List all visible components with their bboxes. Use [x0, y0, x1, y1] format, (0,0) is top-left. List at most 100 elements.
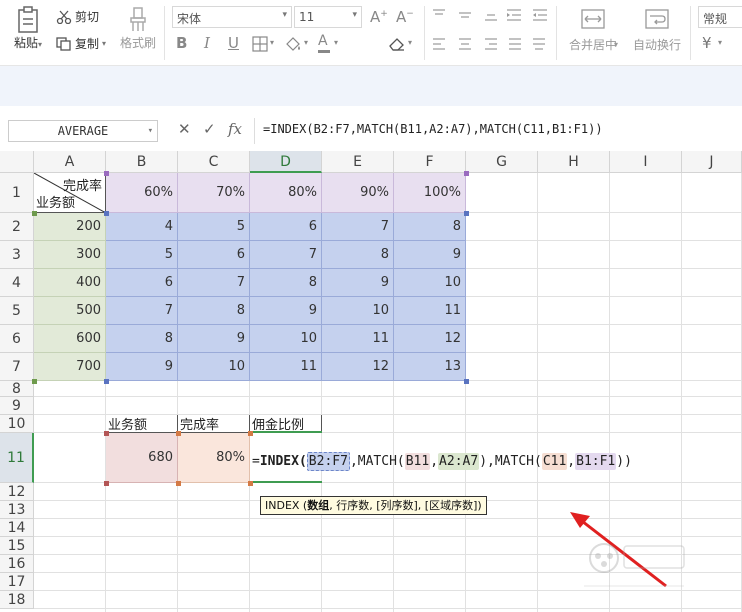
row-header-1[interactable]: 1 [0, 173, 34, 213]
range-handle-a2-a7[interactable] [32, 379, 37, 384]
align-right-icon[interactable] [484, 37, 498, 51]
align-left-icon[interactable] [432, 37, 446, 51]
row-header-4[interactable]: 4 [0, 269, 34, 297]
cell-lookup-label[interactable]: 完成率 [178, 415, 250, 433]
cell-commission-value[interactable]: 8 [106, 325, 178, 353]
row-header-9[interactable]: 9 [0, 397, 34, 415]
formula-ref-b2-f7[interactable]: B2:F7 [306, 451, 350, 471]
underline-button[interactable]: U [228, 34, 239, 52]
row-header-8[interactable]: 8 [0, 381, 34, 397]
column-header-g[interactable]: G [466, 151, 538, 173]
eraser-icon[interactable] [388, 36, 406, 52]
cell-commission-value[interactable]: 10 [250, 325, 322, 353]
cell-rate-header[interactable]: 80% [250, 173, 322, 213]
currency-dropdown-icon[interactable]: ▾ [718, 38, 722, 47]
cell-commission-value[interactable]: 4 [106, 213, 178, 241]
font-name-select[interactable]: 宋体 ▾ [172, 6, 292, 28]
confirm-icon[interactable]: ✓ [203, 120, 216, 138]
range-handle-a2-a7[interactable] [32, 211, 37, 216]
range-handle-c11[interactable] [176, 481, 181, 486]
formula-ref-c11[interactable]: C11 [541, 452, 568, 470]
row-header-5[interactable]: 5 [0, 297, 34, 325]
cell-commission-value[interactable]: 9 [178, 325, 250, 353]
cell-rate-header[interactable]: 60% [106, 173, 178, 213]
cell-commission-value[interactable]: 10 [322, 297, 394, 325]
range-handle-b1-f1[interactable] [104, 171, 109, 176]
cell-amount-header[interactable]: 700 [34, 353, 106, 381]
cell-commission-value[interactable]: 9 [322, 269, 394, 297]
cell-commission-value[interactable]: 13 [394, 353, 466, 381]
cell-commission-value[interactable]: 9 [394, 241, 466, 269]
cell-commission-value[interactable]: 11 [394, 297, 466, 325]
cell-commission-value[interactable]: 8 [250, 269, 322, 297]
formula-ref-a2-a7[interactable]: A2:A7 [438, 452, 480, 470]
cell-amount-header[interactable]: 600 [34, 325, 106, 353]
cell-lookup-label[interactable]: 业务额 [106, 415, 178, 433]
row-header-2[interactable]: 2 [0, 213, 34, 241]
cell-commission-value[interactable]: 8 [322, 241, 394, 269]
fill-color-icon[interactable] [284, 36, 302, 52]
cell-commission-value[interactable]: 7 [250, 241, 322, 269]
cell-a1-diagonal-header[interactable]: 完成率 业务额 [34, 173, 106, 213]
formula-input[interactable]: =INDEX(B2:F7,MATCH(B11,A2:A7),MATCH(C11,… [254, 118, 742, 144]
column-header-a[interactable]: A [34, 151, 106, 173]
formula-ref-b11[interactable]: B11 [404, 452, 431, 470]
cell-commission-value[interactable]: 6 [178, 241, 250, 269]
cancel-icon[interactable]: ✕ [178, 120, 191, 138]
cell-commission-value[interactable]: 11 [322, 325, 394, 353]
row-header-12[interactable]: 12 [0, 483, 34, 501]
cut-button[interactable]: 剪切 [56, 8, 99, 25]
italic-button[interactable]: I [204, 34, 210, 52]
row-header-10[interactable]: 10 [0, 415, 34, 433]
currency-icon[interactable]: ¥ [702, 34, 712, 52]
number-format-select[interactable]: 常规 [698, 6, 742, 28]
row-header-18[interactable]: 18 [0, 591, 34, 609]
column-header-e[interactable]: E [322, 151, 394, 173]
row-header-15[interactable]: 15 [0, 537, 34, 555]
copy-button[interactable]: 复制 ▾ [56, 35, 106, 52]
row-header-6[interactable]: 6 [0, 325, 34, 353]
paste-dropdown-icon[interactable]: ▾ [38, 40, 42, 49]
cell-commission-value[interactable]: 12 [394, 325, 466, 353]
column-header-j[interactable]: J [682, 151, 742, 173]
cell-amount-header[interactable]: 500 [34, 297, 106, 325]
row-header-16[interactable]: 16 [0, 555, 34, 573]
range-handle-c11[interactable] [248, 431, 253, 436]
select-all-corner[interactable] [0, 151, 34, 173]
cell-commission-value[interactable]: 12 [322, 353, 394, 381]
range-handle-b1-f1[interactable] [464, 171, 469, 176]
cell-commission-value[interactable]: 9 [106, 353, 178, 381]
font-color-icon[interactable]: A [318, 33, 328, 49]
column-header-d[interactable]: D [250, 151, 322, 173]
align-middle-icon[interactable] [458, 9, 472, 21]
range-handle-b2-f7[interactable] [104, 211, 109, 216]
cell-lookup-amount[interactable]: 680 [106, 433, 178, 483]
cell-commission-value[interactable]: 6 [250, 213, 322, 241]
indent-increase-icon[interactable] [532, 9, 548, 21]
align-top-icon[interactable] [432, 9, 446, 21]
row-header-11[interactable]: 11 [0, 433, 34, 483]
name-box[interactable]: AVERAGE ▾ [8, 120, 158, 142]
range-handle-c11[interactable] [248, 481, 253, 486]
column-header-b[interactable]: B [106, 151, 178, 173]
cell-commission-value[interactable]: 10 [394, 269, 466, 297]
cell-amount-header[interactable]: 200 [34, 213, 106, 241]
cell-rate-header[interactable]: 100% [394, 173, 466, 213]
row-header-3[interactable]: 3 [0, 241, 34, 269]
range-handle-b11[interactable] [104, 431, 109, 436]
font-size-select[interactable]: 11 ▾ [294, 6, 362, 28]
range-handle-b11[interactable] [104, 481, 109, 486]
format-painter-button[interactable]: 格式刷 [118, 6, 158, 51]
range-handle-b2-f7[interactable] [464, 379, 469, 384]
border-dropdown-icon[interactable]: ▾ [270, 38, 274, 47]
cell-commission-value[interactable]: 5 [178, 213, 250, 241]
row-header-7[interactable]: 7 [0, 353, 34, 381]
formula-ref-b1-f1[interactable]: B1:F1 [575, 452, 617, 470]
cell-commission-value[interactable]: 9 [250, 297, 322, 325]
indent-decrease-icon[interactable] [506, 9, 522, 21]
cell-commission-value[interactable]: 8 [394, 213, 466, 241]
column-header-i[interactable]: I [610, 151, 682, 173]
row-header-14[interactable]: 14 [0, 519, 34, 537]
distributed-icon[interactable] [532, 37, 546, 51]
cell-commission-value[interactable]: 11 [250, 353, 322, 381]
